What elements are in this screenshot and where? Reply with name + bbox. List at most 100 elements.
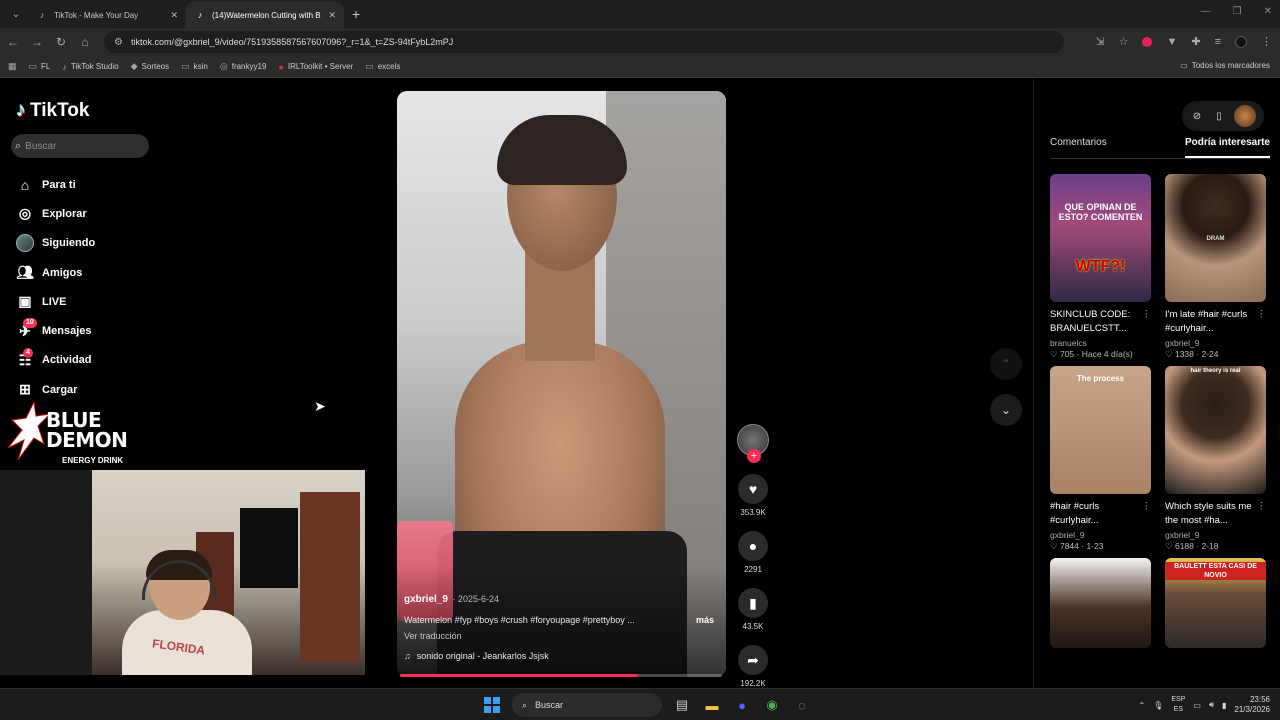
install-app-icon[interactable]: ⇲ xyxy=(1095,35,1104,48)
chevron-up-icon[interactable]: ⌃ xyxy=(990,348,1022,380)
recommendation-card[interactable]: BAULETT ESTA CASI DE NOVIO xyxy=(1165,558,1266,648)
browser-tab-1[interactable]: ♪ TikTok - Make Your Day ✕ xyxy=(28,2,186,28)
video-thumbnail[interactable]: BAULETT ESTA CASI DE NOVIO xyxy=(1165,558,1266,648)
apps-grid-icon[interactable]: ▦ xyxy=(8,61,17,72)
card-user[interactable]: branuelcs xyxy=(1050,338,1151,348)
translate-link[interactable]: Ver traducción xyxy=(404,631,724,641)
bookmark-item[interactable]: ◎ frankyy19 xyxy=(220,61,267,72)
sidebar-item-actividad[interactable]: ☷ 4 Actividad xyxy=(16,346,95,375)
card-user[interactable]: gxbriel_9 xyxy=(1165,338,1266,348)
video-author[interactable]: gxbriel_9 xyxy=(404,594,448,605)
close-tab-icon[interactable]: ✕ xyxy=(328,10,336,21)
home-icon[interactable]: ⌂ xyxy=(74,35,96,49)
reload-icon[interactable]: ↻ xyxy=(50,35,72,49)
phone-icon[interactable]: ▯ xyxy=(1212,111,1226,122)
url-input[interactable]: ⚙ tiktok.com/@gxbriel_9/video/7519358587… xyxy=(104,31,1064,53)
more-options-icon[interactable]: ⋮ xyxy=(1142,500,1152,514)
bookmark-item[interactable]: ♪ TikTok Studio xyxy=(62,62,118,72)
taskbar-search-input[interactable]: ⌕ Buscar xyxy=(512,693,662,717)
recommendation-card[interactable] xyxy=(1050,558,1151,648)
task-view-icon[interactable]: ▤ xyxy=(672,695,692,715)
sidebar-item-mensajes[interactable]: ✈ 10 Mensajes xyxy=(16,316,95,345)
all-bookmarks[interactable]: ▭ Todos los marcadores xyxy=(1180,61,1270,70)
clock[interactable]: 23:56 21/3/2026 xyxy=(1234,695,1270,715)
share-icon[interactable]: ➦ xyxy=(738,645,768,675)
video-thumbnail[interactable]: hair theory is real xyxy=(1165,366,1266,494)
browser-tab-2[interactable]: ♪ (14)Watermelon Cutting with B ✕ xyxy=(186,2,344,28)
share-action[interactable]: ➦ 192.2K xyxy=(738,645,768,688)
sidebar-item-siguiendo[interactable]: Siguiendo xyxy=(16,229,95,258)
profile-avatar[interactable] xyxy=(1235,35,1247,48)
comment-action[interactable]: ● 2291 xyxy=(738,531,768,574)
follow-plus-icon[interactable]: + xyxy=(747,449,761,463)
bookmark-item[interactable]: ◆ Sorteos xyxy=(131,61,170,72)
bookmark-item[interactable]: ● IRLToolkit • Server xyxy=(278,62,353,72)
music-link[interactable]: ♫ sonido original - Jeankarlos Jsjsk xyxy=(404,651,724,661)
new-tab-icon[interactable]: + xyxy=(352,6,360,22)
volume-icon[interactable]: 🔊︎ xyxy=(1209,700,1214,710)
site-info-icon[interactable]: ⚙ xyxy=(114,37,123,48)
video-thumbnail[interactable]: The process xyxy=(1050,366,1151,494)
more-options-icon[interactable]: ⋮ xyxy=(1257,308,1267,322)
bookmark-item[interactable]: ▭ ksin xyxy=(181,61,208,72)
extension-icon[interactable] xyxy=(1142,36,1153,47)
recommendation-card[interactable]: The process #hair #curls #curlyhair... ⋮ … xyxy=(1050,366,1151,552)
video-thumbnail[interactable]: QUE OPINAN DE ESTO? COMENTEN WTF?! xyxy=(1050,174,1151,302)
search-input[interactable]: ⌕ Buscar xyxy=(11,134,149,158)
sidebar-item-amigos[interactable]: 👥︎ Amigos xyxy=(16,258,95,287)
extensions-puzzle-icon[interactable]: ✚ xyxy=(1191,35,1200,48)
sidebar-item-explorar[interactable]: ◎ Explorar xyxy=(16,199,95,228)
mouse-cursor-icon: ➤ xyxy=(314,398,326,414)
heart-icon[interactable]: ♥ xyxy=(738,474,768,504)
bookmark-star-icon[interactable]: ☆ xyxy=(1119,35,1129,48)
more-button[interactable]: más xyxy=(696,615,714,625)
save-action[interactable]: ▮ 43.5K xyxy=(738,588,768,631)
video-player[interactable] xyxy=(397,91,726,677)
card-title: Which style suits me the most #ha... xyxy=(1165,501,1252,526)
card-user[interactable]: gxbriel_9 xyxy=(1165,530,1266,540)
tab-podria-interesarte[interactable]: Podría interesarte xyxy=(1184,137,1270,158)
author-avatar[interactable]: + xyxy=(737,424,769,463)
recommendation-card[interactable]: hair theory is real Which style suits me… xyxy=(1165,366,1266,552)
user-avatar[interactable] xyxy=(1234,105,1256,127)
comment-icon[interactable]: ● xyxy=(738,531,768,561)
sidebar-item-live[interactable]: ▣ LIVE xyxy=(16,287,95,316)
microphone-icon[interactable]: 🎙︎ xyxy=(1153,701,1163,710)
close-tab-icon[interactable]: ✕ xyxy=(170,10,178,21)
discord-icon[interactable]: ● xyxy=(732,695,752,715)
card-user[interactable]: gxbriel_9 xyxy=(1050,530,1151,540)
language-indicator[interactable]: ESP ES xyxy=(1171,695,1185,715)
video-thumbnail[interactable]: DRAM xyxy=(1165,174,1266,302)
compass-icon[interactable]: ⊘ xyxy=(1190,111,1204,122)
battery-icon[interactable]: ▮ xyxy=(1222,701,1226,710)
like-action[interactable]: ♥ 353.9K xyxy=(738,474,768,517)
bookmark-item[interactable]: ▭ excels xyxy=(365,61,400,72)
more-options-icon[interactable]: ⋮ xyxy=(1257,500,1267,514)
bookmark-item[interactable]: ▭ FL xyxy=(29,61,51,72)
tiktok-logo[interactable]: ♪ TikTok xyxy=(16,99,89,122)
file-explorer-icon[interactable]: ▬ xyxy=(702,695,722,715)
tab-search-button[interactable]: ⌄ xyxy=(4,4,28,24)
sidebar-item-para-ti[interactable]: ⌂ Para ti xyxy=(16,170,95,199)
extension-shield-icon[interactable]: ▼ xyxy=(1166,36,1177,48)
tab-comentarios[interactable]: Comentarios xyxy=(1050,137,1107,158)
maximize-icon[interactable]: ❐ xyxy=(1233,6,1242,17)
more-options-icon[interactable]: ⋮ xyxy=(1142,308,1152,322)
video-thumbnail[interactable] xyxy=(1050,558,1151,648)
browser-menu-icon[interactable]: ⋮ xyxy=(1261,35,1272,48)
app-icon[interactable]: ◌ xyxy=(792,695,812,715)
monitor-icon[interactable]: ▭ xyxy=(1193,701,1201,710)
chrome-icon[interactable]: ◉ xyxy=(762,695,782,715)
minimize-icon[interactable]: — xyxy=(1201,6,1211,17)
back-icon[interactable]: ← xyxy=(2,35,24,49)
recommendation-card[interactable]: DRAM I'm late #hair #curls #curlyhair...… xyxy=(1165,174,1266,360)
bookmark-icon[interactable]: ▮ xyxy=(738,588,768,618)
windows-start-icon[interactable] xyxy=(482,695,502,715)
chevron-up-icon[interactable]: ⌃ xyxy=(1139,701,1146,710)
forward-icon[interactable]: → xyxy=(26,35,48,49)
chevron-down-icon[interactable]: ⌄ xyxy=(990,394,1022,426)
video-progress-bar[interactable] xyxy=(400,674,722,677)
close-window-icon[interactable]: ✕ xyxy=(1264,6,1272,17)
recommendation-card[interactable]: QUE OPINAN DE ESTO? COMENTEN WTF?! SKINC… xyxy=(1050,174,1151,360)
media-controls-icon[interactable]: ≡ xyxy=(1215,36,1221,48)
